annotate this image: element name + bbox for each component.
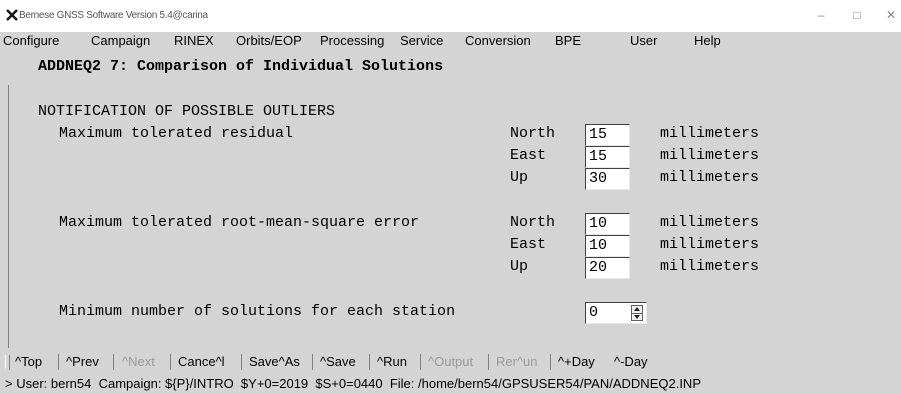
run-button[interactable]: ^Run (377, 354, 407, 369)
rms-east-label: East (510, 236, 547, 253)
rms-east-input[interactable]: 10 (585, 235, 630, 257)
toolbar-separator (113, 354, 114, 370)
menu-conversion[interactable]: Conversion (465, 33, 531, 48)
min-solutions-label: Minimum number of solutions for each sta… (59, 303, 456, 320)
minimize-button[interactable]: – (811, 8, 831, 22)
page-title: ADDNEQ2 7: Comparison of Individual Solu… (38, 58, 444, 75)
toolbar-separator (170, 354, 171, 370)
residual-north-label: North (510, 125, 556, 142)
save-button[interactable]: ^Save (320, 354, 356, 369)
top-button[interactable]: ^Top (15, 354, 42, 369)
menu-processing[interactable]: Processing (320, 33, 384, 48)
rerun-button[interactable]: Rer^un (496, 354, 538, 369)
cancel-button[interactable]: Cance^l (178, 354, 225, 369)
residual-north-unit: millimeters (660, 125, 760, 142)
residual-north-input[interactable]: 15 (585, 124, 630, 146)
toolbar-separator (420, 354, 421, 370)
rms-north-unit: millimeters (660, 214, 760, 231)
prev-button[interactable]: ^Prev (66, 354, 99, 369)
residual-label: Maximum tolerated residual (59, 125, 294, 142)
plus-day-button[interactable]: ^+Day (558, 354, 595, 369)
menu-orbits-eop[interactable]: Orbits/EOP (236, 33, 302, 48)
title-bar: Bernese GNSS Software Version 5.4@carina… (0, 0, 901, 32)
residual-east-input[interactable]: 15 (585, 146, 630, 168)
menu-rinex[interactable]: RINEX (174, 33, 214, 48)
menu-campaign[interactable]: Campaign (91, 33, 150, 48)
toolbar-grip-icon[interactable] (5, 355, 10, 370)
rms-up-unit: millimeters (660, 258, 760, 275)
toolbar-separator (369, 354, 370, 370)
rms-label: Maximum tolerated root-mean-square error (59, 214, 420, 231)
action-toolbar: ^Top ^Prev ^Next Cance^l Save^As ^Save ^… (0, 351, 901, 373)
menu-help[interactable]: Help (694, 33, 721, 48)
toolbar-separator (241, 354, 242, 370)
window-title: Bernese GNSS Software Version 5.4@carina (19, 10, 208, 21)
residual-east-label: East (510, 147, 547, 164)
residual-up-input[interactable]: 30 (585, 168, 630, 190)
panel-divider (8, 85, 9, 348)
min-solutions-value[interactable]: 0 (589, 304, 598, 321)
rms-up-input[interactable]: 20 (585, 257, 630, 279)
save-as-button[interactable]: Save^As (249, 354, 300, 369)
rms-up-label: Up (510, 258, 529, 275)
maximize-button[interactable]: □ (847, 8, 867, 22)
residual-up-unit: millimeters (660, 169, 760, 186)
menu-user[interactable]: User (630, 33, 657, 48)
rms-east-unit: millimeters (660, 236, 760, 253)
section-title: NOTIFICATION OF POSSIBLE OUTLIERS (38, 103, 336, 120)
status-text: > User: bern54 Campaign: ${P}/INTRO $Y+0… (5, 376, 701, 391)
rms-north-label: North (510, 214, 556, 231)
next-button[interactable]: ^Next (122, 354, 155, 369)
menu-configure[interactable]: Configure (3, 33, 59, 48)
toolbar-separator (550, 354, 551, 370)
rms-north-input[interactable]: 10 (585, 213, 630, 235)
status-bar: > User: bern54 Campaign: ${P}/INTRO $Y+0… (0, 374, 901, 394)
toolbar-separator (488, 354, 489, 370)
toolbar-separator (58, 354, 59, 370)
toolbar-separator (312, 354, 313, 370)
residual-up-label: Up (510, 169, 529, 186)
menu-service[interactable]: Service (400, 33, 443, 48)
spin-arrows-icon[interactable] (631, 305, 643, 321)
menu-bar: Configure Campaign RINEX Orbits/EOP Proc… (0, 32, 901, 52)
bernese-x-icon (6, 9, 18, 21)
min-solutions-spinbox[interactable]: 0 (585, 302, 647, 324)
output-button[interactable]: ^Output (428, 354, 473, 369)
minus-day-button[interactable]: ^-Day (614, 354, 648, 369)
menu-bpe[interactable]: BPE (555, 33, 581, 48)
residual-east-unit: millimeters (660, 147, 760, 164)
close-button[interactable]: ✕ (881, 8, 901, 22)
